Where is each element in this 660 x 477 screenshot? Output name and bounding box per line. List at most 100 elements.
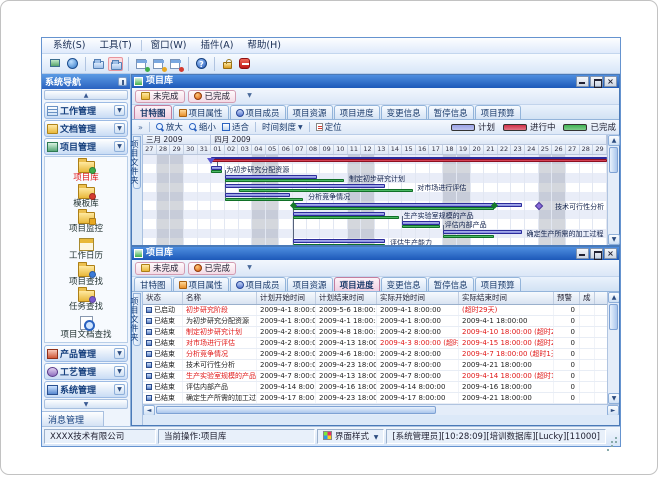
- task-bar-plan[interactable]: [293, 203, 522, 207]
- tab-项目资源[interactable]: 项目资源: [287, 105, 333, 119]
- menu-item[interactable]: 插件(A): [193, 38, 240, 53]
- scroll-up-icon[interactable]: ▲: [608, 135, 620, 146]
- scroll-track[interactable]: [608, 146, 619, 234]
- table-row[interactable]: 已结束制定初步研究计划2009-4-2 8:00:002009-4-8 18:0…: [143, 327, 607, 338]
- task-bar-done[interactable]: [293, 207, 494, 210]
- sidebar-group-工艺管理[interactable]: 工艺管理▼: [44, 363, 128, 380]
- time-scale-button[interactable]: 时间刻度▼: [259, 121, 306, 134]
- restore-button[interactable]: [590, 248, 603, 259]
- help-icon[interactable]: ?: [194, 57, 209, 71]
- minimize-button[interactable]: [576, 248, 589, 259]
- task-bar-plan[interactable]: [225, 175, 317, 179]
- chevron-down-icon[interactable]: ▼: [114, 384, 125, 395]
- column-header-计划结束时间[interactable]: 计划结束时间: [316, 292, 377, 304]
- tab-甘特图[interactable]: 甘特图: [134, 277, 172, 291]
- doc-close-icon[interactable]: [168, 57, 183, 71]
- tab-变更信息[interactable]: 变更信息: [381, 105, 427, 119]
- task-bar-done[interactable]: [443, 235, 494, 238]
- scroll-thumb[interactable]: [609, 304, 618, 330]
- task-bar-plan[interactable]: [211, 166, 222, 170]
- scroll-thumb[interactable]: [156, 406, 436, 414]
- summary-bar-progress[interactable]: [211, 159, 607, 162]
- tab-项目成员[interactable]: 项目成员: [230, 105, 286, 119]
- sidebar-scroll-up-button[interactable]: ▲: [44, 90, 128, 100]
- sidebar-item-项目监控[interactable]: 项目监控: [45, 210, 127, 234]
- chevron-down-icon[interactable]: ▼: [114, 141, 125, 152]
- task-bar-plan[interactable]: [225, 193, 290, 197]
- workspace-icon[interactable]: [48, 57, 63, 71]
- tab-项目进度[interactable]: 项目进度: [334, 277, 380, 291]
- scroll-thumb[interactable]: [609, 147, 618, 173]
- sidebar-item-项目查找[interactable]: 项目查找: [45, 263, 127, 287]
- task-bar-done[interactable]: [225, 179, 344, 182]
- zoom-in-button[interactable]: 放大: [153, 121, 186, 134]
- sidebar-item-项目库[interactable]: 项目库: [45, 159, 127, 183]
- scroll-up-icon[interactable]: ▲: [608, 292, 619, 303]
- task-bar-done[interactable]: [211, 170, 222, 173]
- task-bar-plan[interactable]: [293, 239, 385, 243]
- task-bar-plan[interactable]: [225, 184, 385, 188]
- column-header-名称[interactable]: 名称: [183, 292, 257, 304]
- stop-icon[interactable]: [237, 57, 252, 71]
- scroll-down-icon[interactable]: ▼: [608, 393, 619, 404]
- chevron-down-icon[interactable]: ▼: [114, 366, 125, 377]
- task-bar-done[interactable]: [225, 198, 303, 201]
- close-button[interactable]: ×: [604, 76, 617, 87]
- doc-props-icon[interactable]: [151, 57, 166, 71]
- scroll-track[interactable]: [608, 303, 619, 393]
- tab-项目成员[interactable]: 项目成员: [230, 277, 286, 291]
- table-row[interactable]: 已结束技术可行性分析2009-4-7 8:00:002009-4-23 18:0…: [143, 360, 607, 371]
- table-row[interactable]: 已启动初步研究阶段2009-4-1 8:00:002009-5-6 18:00:…: [143, 305, 607, 316]
- sidebar-group-产品管理[interactable]: 产品管理▼: [44, 345, 128, 362]
- globe-icon[interactable]: [65, 57, 80, 71]
- table-row[interactable]: 已结束评估内部产品2009-4-14 8:00:002009-4-16 18:0…: [143, 382, 607, 393]
- message-management-tab[interactable]: 消息管理: [42, 411, 104, 426]
- folder-icon[interactable]: [91, 57, 106, 71]
- column-header-实际结束时间[interactable]: 实际结束时间: [459, 292, 554, 304]
- tab-项目进度[interactable]: 项目进度: [334, 105, 380, 119]
- folder-window-icon[interactable]: [108, 57, 123, 71]
- gantt-vertical-scrollbar[interactable]: ▲ ▼: [607, 135, 619, 245]
- table-vertical-scrollbar[interactable]: ▲ ▼: [607, 292, 619, 404]
- chevron-down-icon[interactable]: ▼: [114, 348, 125, 359]
- tab-项目预算[interactable]: 项目预算: [475, 277, 521, 291]
- menu-item[interactable]: 系统(S): [46, 38, 92, 53]
- tab-暂停信息[interactable]: 暂停信息: [428, 105, 474, 119]
- task-bar-done[interactable]: [293, 244, 385, 245]
- sidebar-group-系统管理[interactable]: 系统管理▼: [44, 381, 128, 398]
- menu-item[interactable]: 窗口(W): [144, 38, 194, 53]
- filter-button-未完成[interactable]: 未完成: [135, 262, 185, 275]
- sidebar-item-工作日历[interactable]: 工作日历: [45, 236, 127, 261]
- tab-项目资源[interactable]: 项目资源: [287, 277, 333, 291]
- task-bar-done[interactable]: [293, 216, 399, 219]
- table-horizontal-scrollbar[interactable]: ◄ ►: [143, 404, 619, 415]
- sidebar-group-文档管理[interactable]: 文档管理▼: [44, 120, 128, 137]
- tab-变更信息[interactable]: 变更信息: [381, 277, 427, 291]
- scroll-track[interactable]: [155, 405, 607, 415]
- sidebar-scroll-down-button[interactable]: ▼: [44, 399, 128, 409]
- project-folder-side-tab[interactable]: 项目文件夹: [133, 136, 141, 189]
- minimize-button[interactable]: [576, 76, 589, 87]
- table-row[interactable]: 已结束对市场进行评估2009-4-2 8:00:002009-4-13 18:0…: [143, 338, 607, 349]
- tab-暂停信息[interactable]: 暂停信息: [428, 277, 474, 291]
- chevron-down-icon[interactable]: ▼: [114, 105, 125, 116]
- chevron-down-icon[interactable]: ▼: [114, 123, 125, 134]
- column-header-预警[interactable]: 预警: [554, 292, 580, 304]
- column-header-成[interactable]: 成: [580, 292, 595, 304]
- tab-项目预算[interactable]: 项目预算: [475, 105, 521, 119]
- table-row[interactable]: 已结束确定生产所需的加工过程2009-4-17 8:00:002009-4-23…: [143, 393, 607, 404]
- tab-项目属性[interactable]: 项目属性: [173, 277, 229, 291]
- menu-item[interactable]: 帮助(H): [240, 38, 288, 53]
- pin-icon[interactable]: [118, 77, 127, 86]
- filter-button-未完成[interactable]: 未完成: [135, 90, 185, 103]
- task-bar-plan[interactable]: [402, 221, 440, 225]
- sidebar-item-项目文档查找[interactable]: 项目文档查找: [45, 314, 127, 340]
- sidebar-item-模板库[interactable]: 模板库: [45, 185, 127, 209]
- column-header-实际开始时间[interactable]: 实际开始时间: [377, 292, 459, 304]
- interface-style-button[interactable]: 界面样式 ▼: [317, 429, 384, 444]
- filter-button-已完成[interactable]: 已完成: [188, 90, 237, 103]
- sidebar-group-工作管理[interactable]: 工作管理▼: [44, 102, 128, 119]
- column-header-计划开始时间[interactable]: 计划开始时间: [257, 292, 316, 304]
- toolbar-overflow-icon[interactable]: »: [138, 123, 143, 132]
- filter-more-icon[interactable]: ▼: [243, 90, 256, 102]
